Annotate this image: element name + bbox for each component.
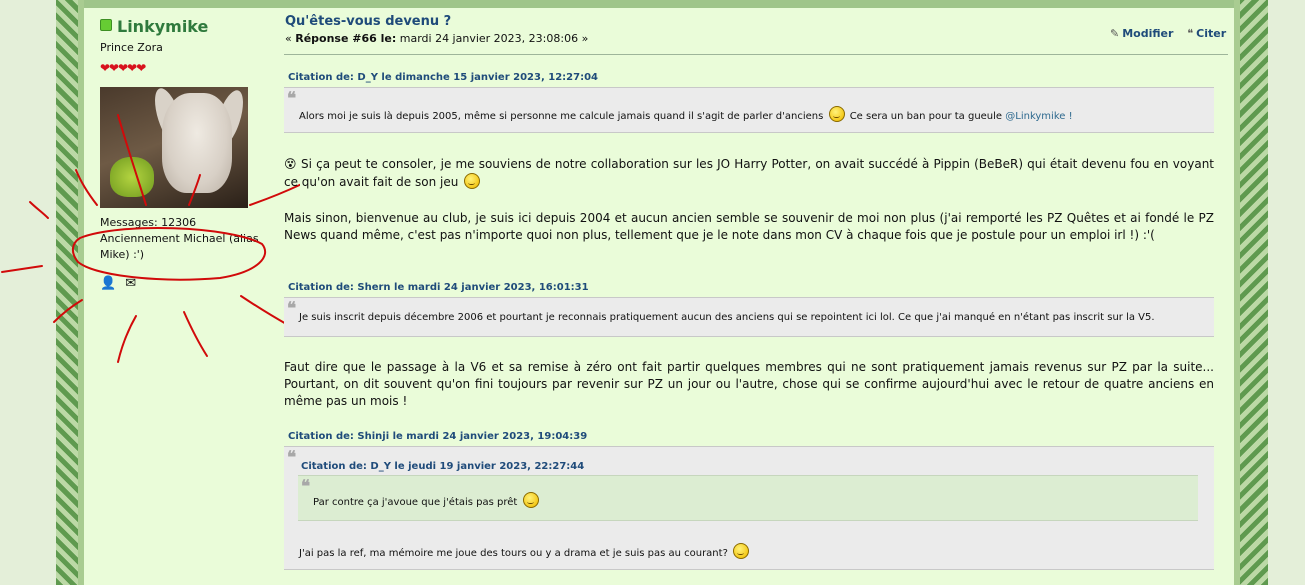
post-reply-info: « Réponse #66 le: mardi 24 janvier 2023,…	[285, 32, 588, 45]
quote-text-part: Ce sera un ban pour ta gueule	[849, 111, 1003, 122]
scribble-ray	[29, 201, 49, 219]
scribble-circle	[72, 226, 267, 281]
scribble-ray	[117, 114, 147, 206]
quote-mark-icon: ❝	[287, 448, 297, 468]
nested-quote-text-part: Par contre ça j'avoue que j'étais pas pr…	[313, 497, 518, 508]
nested-quote-text: Par contre ça j'avoue que j'étais pas pr…	[313, 492, 541, 508]
scribble-ray	[183, 311, 208, 357]
header-divider	[284, 54, 1228, 55]
quote-button[interactable]: ❝ Citer	[1187, 27, 1226, 40]
right-border-decoration	[1240, 0, 1268, 585]
quote-header[interactable]: Citation de: Shinji le mardi 24 janvier …	[288, 431, 587, 442]
quote-label: Citer	[1196, 27, 1227, 40]
red-scribble-annotation	[1, 114, 300, 363]
post-paragraph: 😵 Si ça peut te consoler, je me souviens…	[284, 156, 1214, 191]
user-mention[interactable]: @Linkymike !	[1005, 111, 1072, 122]
reply-label: Réponse #66 le:	[295, 32, 397, 45]
paragraph-text: Si ça peut te consoler, je me souviens d…	[284, 157, 1214, 189]
paragraph-text: Mais sinon, bienvenue au club, je suis i…	[284, 211, 1199, 225]
quote-text: J'ai pas la ref, ma mémoire me joue des …	[299, 543, 751, 559]
quote-text: Je suis inscrit depuis décembre 2006 et …	[299, 312, 1155, 323]
quote-block: ❝ Je suis inscrit depuis décembre 2006 e…	[284, 297, 1214, 337]
smiley-icon	[522, 492, 539, 508]
emoji-icon: 😵	[284, 157, 297, 171]
quote-header[interactable]: Citation de: D_Y le dimanche 15 janvier …	[288, 72, 598, 83]
reply-date: mardi 24 janvier 2023, 23:08:06 »	[396, 32, 589, 45]
quote-text: Alors moi je suis là depuis 2005, même s…	[299, 106, 1073, 122]
scribble-ray	[117, 315, 137, 363]
smiley-icon	[464, 173, 481, 189]
edit-icon: ✎	[1110, 27, 1120, 40]
quote-mark-icon: ❝	[287, 299, 297, 319]
reply-prefix: «	[285, 32, 296, 45]
scribble-ray	[188, 174, 201, 206]
quote-block: ❝ Citation de: D_Y le jeudi 19 janvier 2…	[284, 446, 1214, 570]
scribble-ray	[53, 299, 83, 323]
scribble-ray	[75, 169, 98, 206]
quote-block: ❝ Alors moi je suis là depuis 2005, même…	[284, 87, 1214, 133]
post-title[interactable]: Qu'êtes-vous devenu ?	[285, 14, 451, 29]
edit-button[interactable]: ✎ Modifier	[1110, 27, 1173, 40]
smiley-icon	[733, 543, 750, 559]
smiley-icon	[828, 106, 845, 122]
quote-text-part: J'ai pas la ref, ma mémoire me joue des …	[299, 548, 728, 559]
edit-label: Modifier	[1122, 27, 1174, 40]
nested-quote-block: ❝ Par contre ça j'avoue que j'étais pas …	[298, 475, 1198, 521]
scribble-ray	[1, 265, 43, 273]
post-paragraph: Faut dire que le passage à la V6 et sa r…	[284, 360, 1214, 408]
quote-mark-icon: ❝	[287, 89, 297, 109]
quote-header[interactable]: Citation de: Shern le mardi 24 janvier 2…	[288, 282, 589, 293]
quote-text-part: Alors moi je suis là depuis 2005, même s…	[299, 111, 824, 122]
scribble-ray	[240, 295, 289, 326]
post-paragraph: Mais sinon, bienvenue au club, je suis i…	[284, 210, 1214, 244]
quote-mark-icon: ❝	[301, 477, 311, 497]
paragraph-text: quand même, c'est pas n'importe quoi non…	[316, 228, 1155, 242]
quote-icon: ❝	[1187, 27, 1194, 40]
post-actions: ✎ Modifier ❝ Citer	[1110, 27, 1236, 40]
nested-quote-header[interactable]: Citation de: D_Y le jeudi 19 janvier 202…	[301, 461, 584, 472]
